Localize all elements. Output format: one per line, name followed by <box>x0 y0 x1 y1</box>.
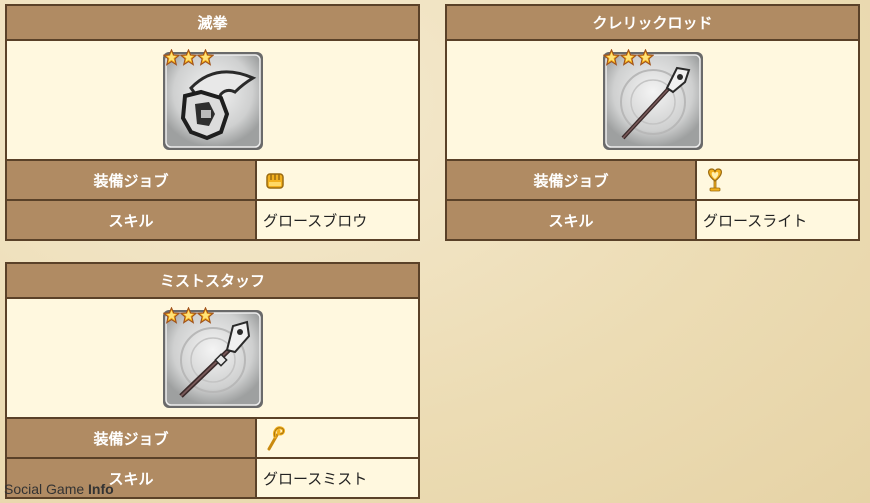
job-value <box>257 419 418 457</box>
rarity-stars <box>163 49 214 66</box>
star-icon <box>620 49 637 66</box>
job-value <box>697 161 858 199</box>
rod-weapon-icon <box>601 48 705 152</box>
watermark: Social Game Info <box>4 481 114 497</box>
job-row: 装備ジョブ <box>7 161 418 199</box>
rarity-stars <box>163 307 214 324</box>
fist-weapon-icon <box>161 48 265 152</box>
cleric-job-icon <box>708 168 722 192</box>
monk-job-icon <box>266 173 284 189</box>
star-icon <box>637 49 654 66</box>
weapon-image-cell <box>7 299 418 419</box>
skill-row: スキル グロースブロウ <box>7 199 418 239</box>
job-row: 装備ジョブ <box>7 419 418 457</box>
star-icon <box>180 49 197 66</box>
star-icon <box>180 307 197 324</box>
rarity-stars <box>603 49 654 66</box>
star-icon <box>603 49 620 66</box>
card-title: 滅拳 <box>7 6 418 41</box>
star-icon <box>163 307 180 324</box>
equipment-card-1: 滅拳 装備ジョブ スキル グロースブロウ <box>5 4 420 241</box>
skill-row: スキル グロースライト <box>447 199 858 239</box>
mage-job-icon <box>267 426 285 451</box>
card-title: ミストスタッフ <box>7 264 418 299</box>
job-label: 装備ジョブ <box>7 419 257 457</box>
staff-weapon-icon <box>161 306 265 410</box>
watermark-suffix: Info <box>88 481 114 497</box>
job-value <box>257 161 418 199</box>
star-icon <box>197 49 214 66</box>
watermark-prefix: Social Game <box>4 481 89 497</box>
job-label: 装備ジョブ <box>7 161 257 199</box>
weapon-image-cell <box>447 41 858 161</box>
equipment-card-3: ミストスタッフ 装備ジョブ スキル グロースミスト <box>5 262 420 499</box>
star-icon <box>197 307 214 324</box>
job-row: 装備ジョブ <box>447 161 858 199</box>
equipment-card-2: クレリックロッド 装備ジョブ スキル グロースライト <box>445 4 860 241</box>
skill-value: グロースブロウ <box>257 201 418 239</box>
card-title: クレリックロッド <box>447 6 858 41</box>
skill-label: スキル <box>447 201 697 239</box>
skill-value: グロースライト <box>697 201 858 239</box>
skill-value: グロースミスト <box>257 459 418 497</box>
skill-label: スキル <box>7 201 257 239</box>
job-label: 装備ジョブ <box>447 161 697 199</box>
weapon-image-cell <box>7 41 418 161</box>
star-icon <box>163 49 180 66</box>
